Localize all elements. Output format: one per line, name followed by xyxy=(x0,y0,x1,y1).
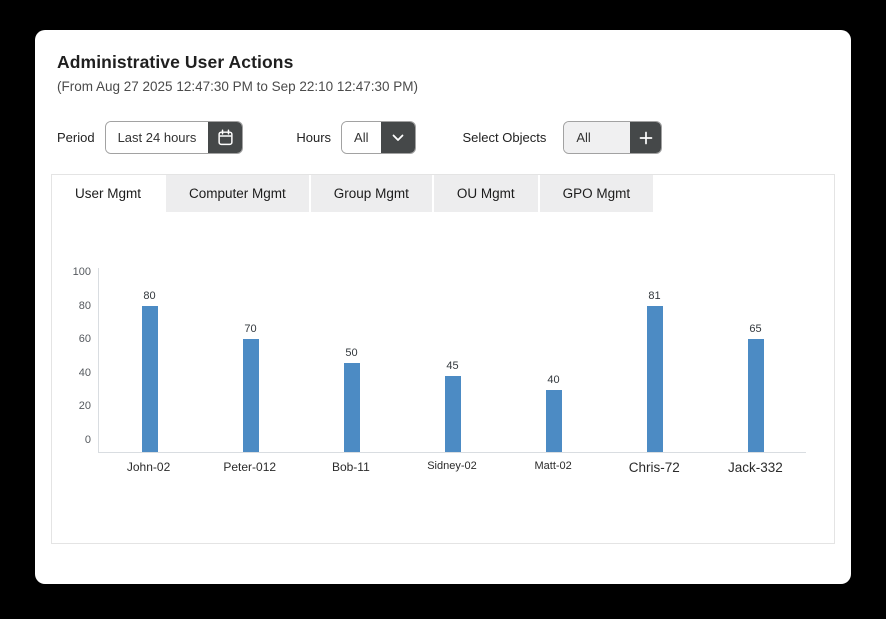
x-axis-label: John-02 xyxy=(98,460,199,475)
tab-gpo-mgmt[interactable]: GPO Mgmt xyxy=(540,175,654,212)
period-label: Period xyxy=(57,130,95,145)
select-objects-label: Select Objects xyxy=(463,130,547,145)
y-axis-tick: 80 xyxy=(55,299,91,313)
bar-column: 40 xyxy=(503,268,604,452)
dashboard-card: Administrative User Actions (From Aug 27… xyxy=(35,30,851,584)
bar-column: 81 xyxy=(604,268,705,452)
bar-value-label: 70 xyxy=(200,323,301,335)
y-axis-tick: 0 xyxy=(55,433,91,447)
report-panel: User MgmtComputer MgmtGroup MgmtOU MgmtG… xyxy=(51,174,835,544)
select-objects-value[interactable]: All xyxy=(564,122,630,153)
x-axis-label: Chris-72 xyxy=(604,460,705,475)
chevron-down-icon xyxy=(391,132,405,144)
x-axis-label: Jack-332 xyxy=(705,460,806,475)
controls-row: Period Last 24 hours Hours All xyxy=(51,121,835,154)
y-axis-tick: 40 xyxy=(55,366,91,380)
add-objects-button[interactable] xyxy=(630,122,661,153)
bar-column: 50 xyxy=(301,268,402,452)
hours-field[interactable]: All xyxy=(341,121,415,154)
bar-chris-72[interactable] xyxy=(647,306,663,452)
bar-column: 80 xyxy=(99,268,200,452)
page-subtitle: (From Aug 27 2025 12:47:30 PM to Sep 22:… xyxy=(57,79,829,94)
bar-matt-02[interactable] xyxy=(546,390,562,452)
x-axis-label: Peter-012 xyxy=(199,460,300,475)
bar-john-02[interactable] xyxy=(142,306,158,452)
bar-jack-332[interactable] xyxy=(748,339,764,452)
bar-column: 65 xyxy=(705,268,806,452)
hours-label: Hours xyxy=(296,130,331,145)
bar-value-label: 80 xyxy=(99,290,200,302)
bar-chart: 02040608010080705045408165 John-02Peter-… xyxy=(52,268,834,475)
plus-icon xyxy=(639,131,653,145)
tab-user-mgmt[interactable]: User Mgmt xyxy=(52,175,164,212)
bar-value-label: 45 xyxy=(402,360,503,372)
bar-peter-012[interactable] xyxy=(243,339,259,452)
bar-value-label: 65 xyxy=(705,323,806,335)
header: Administrative User Actions (From Aug 27… xyxy=(51,50,835,94)
tab-group-mgmt[interactable]: Group Mgmt xyxy=(311,175,432,212)
x-axis-label: Matt-02 xyxy=(503,460,604,475)
period-value[interactable]: Last 24 hours xyxy=(106,122,209,153)
tab-strip: User MgmtComputer MgmtGroup MgmtOU MgmtG… xyxy=(52,175,834,212)
hours-value[interactable]: All xyxy=(342,122,380,153)
bar-value-label: 40 xyxy=(503,374,604,386)
bar-column: 45 xyxy=(402,268,503,452)
bar-value-label: 81 xyxy=(604,290,705,302)
hours-dropdown-button[interactable] xyxy=(381,122,415,153)
select-objects-field[interactable]: All xyxy=(563,121,662,154)
calendar-button[interactable] xyxy=(208,122,242,153)
bar-sidney-02[interactable] xyxy=(445,376,461,452)
calendar-icon xyxy=(217,129,234,146)
bar-value-label: 50 xyxy=(301,347,402,359)
y-axis-tick: 100 xyxy=(55,265,91,279)
tab-computer-mgmt[interactable]: Computer Mgmt xyxy=(166,175,309,212)
x-axis-label: Bob-11 xyxy=(300,460,401,475)
y-axis-tick: 20 xyxy=(55,399,91,413)
bar-bob-11[interactable] xyxy=(344,363,360,452)
x-axis-label: Sidney-02 xyxy=(401,460,502,475)
tab-ou-mgmt[interactable]: OU Mgmt xyxy=(434,175,538,212)
period-field[interactable]: Last 24 hours xyxy=(105,121,244,154)
plot-area: 02040608010080705045408165 xyxy=(98,268,806,453)
page-title: Administrative User Actions xyxy=(57,52,829,73)
x-label-row: John-02Peter-012Bob-11Sidney-02Matt-02Ch… xyxy=(98,460,806,475)
y-axis-tick: 60 xyxy=(55,332,91,346)
bar-column: 70 xyxy=(200,268,301,452)
